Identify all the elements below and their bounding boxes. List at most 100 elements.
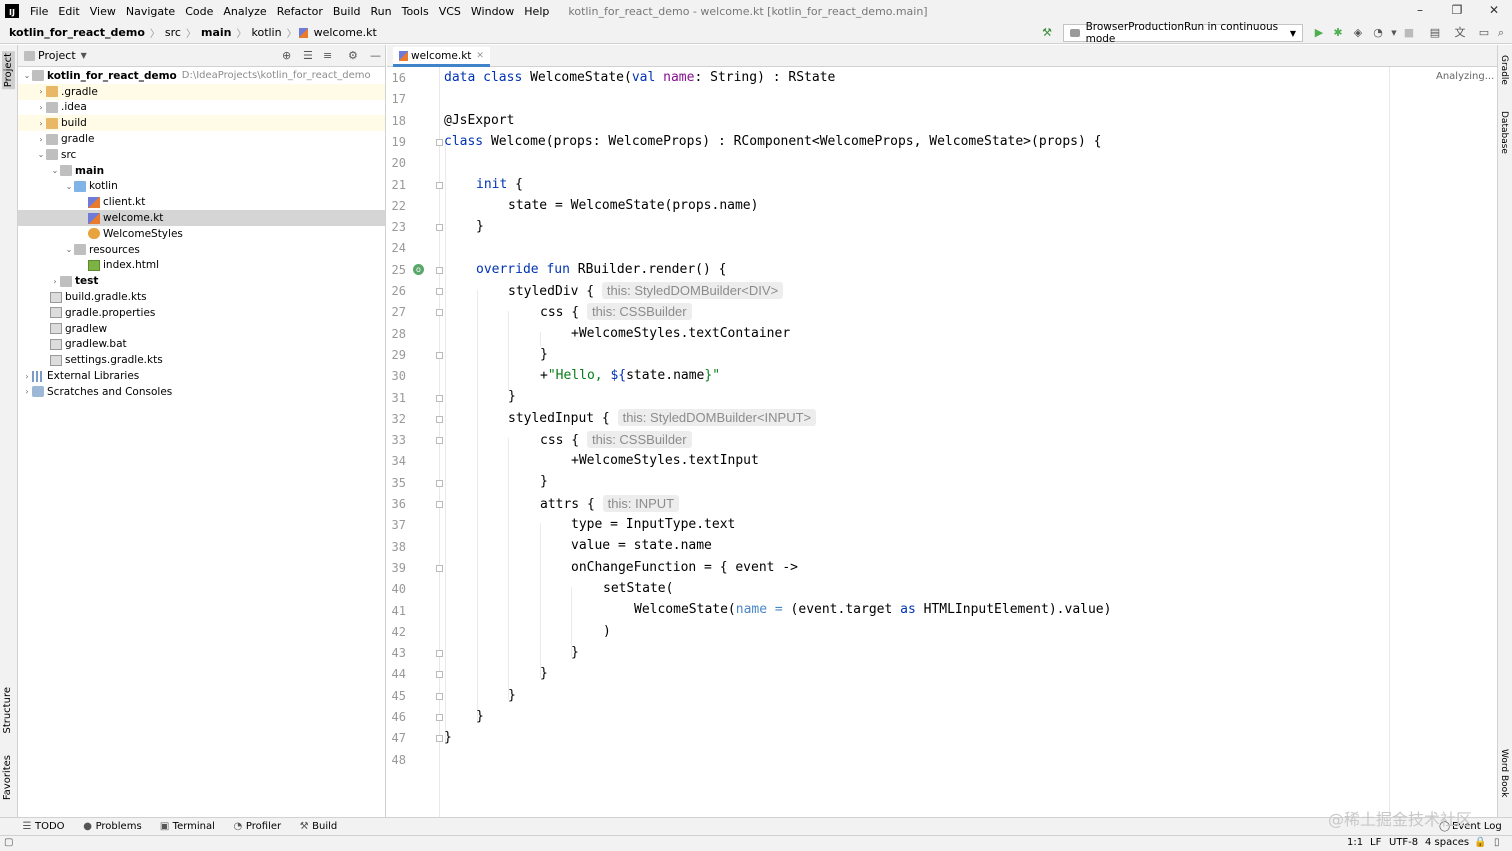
tool-tab-word-book[interactable]: Word Book bbox=[1499, 749, 1509, 797]
run-icon[interactable]: ▶ bbox=[1312, 26, 1326, 40]
project-view-select[interactable]: Project bbox=[38, 49, 76, 62]
debug-icon[interactable]: ✱ bbox=[1331, 26, 1345, 40]
memory-icon[interactable]: ▯ bbox=[1494, 837, 1500, 848]
fold-marker-icon[interactable] bbox=[436, 692, 443, 700]
fold-marker-icon[interactable] bbox=[436, 309, 443, 317]
menu-navigate[interactable]: Navigate bbox=[121, 5, 180, 18]
fold-marker-icon[interactable] bbox=[436, 501, 443, 508]
tool-tab-problems[interactable]: ● Problems bbox=[74, 821, 151, 832]
tree-item-index-html[interactable]: index.html bbox=[18, 258, 385, 274]
chevron-right-icon[interactable]: › bbox=[36, 119, 46, 128]
editor-gutter[interactable]: 16 17 18 19 20 21 22 23 24 25 o 26 27 28 29 30 31 32 33 34 3… bbox=[387, 67, 443, 817]
fold-marker-icon[interactable] bbox=[436, 394, 443, 402]
tree-item-gradlew[interactable]: gradlew bbox=[18, 321, 385, 337]
chevron-down-icon[interactable]: ⌄ bbox=[22, 71, 32, 80]
tool-tab-project[interactable]: Project bbox=[2, 51, 15, 90]
translate-icon[interactable]: 文 bbox=[1453, 26, 1467, 40]
tree-item-resources[interactable]: ⌄ resources bbox=[18, 242, 385, 258]
fold-marker-icon[interactable] bbox=[436, 564, 443, 572]
tool-tab-structure[interactable]: Structure bbox=[2, 687, 13, 734]
tree-item-gradle[interactable]: › gradle bbox=[18, 131, 385, 147]
chevron-down-icon[interactable]: ⌄ bbox=[36, 150, 46, 159]
indent-setting[interactable]: 4 spaces bbox=[1425, 837, 1469, 848]
close-icon[interactable]: ✕ bbox=[1486, 3, 1502, 19]
tool-tab-terminal[interactable]: ▣ Terminal bbox=[151, 821, 224, 832]
menu-window[interactable]: Window bbox=[466, 5, 519, 18]
tree-item-build-gradle-kts[interactable]: build.gradle.kts bbox=[18, 289, 385, 305]
file-encoding[interactable]: UTF-8 bbox=[1389, 837, 1418, 848]
layout-icon[interactable]: ▭ bbox=[1477, 26, 1491, 40]
tree-item-client-kt[interactable]: client.kt bbox=[18, 194, 385, 210]
menu-code[interactable]: Code bbox=[180, 5, 218, 18]
tree-item-main[interactable]: ⌄ main bbox=[18, 163, 385, 179]
chevron-down-icon[interactable]: ▼ bbox=[81, 51, 87, 60]
tree-item-kotlin[interactable]: ⌄ kotlin bbox=[18, 179, 385, 195]
menu-view[interactable]: View bbox=[85, 5, 121, 18]
override-marker-icon[interactable]: o bbox=[413, 263, 424, 275]
fold-marker-icon[interactable] bbox=[436, 138, 443, 146]
restore-icon[interactable]: ❐ bbox=[1449, 3, 1465, 19]
tree-item-settings-gradle-kts[interactable]: settings.gradle.kts bbox=[18, 352, 385, 368]
toggle-tool-windows-icon[interactable]: ▢ bbox=[4, 837, 13, 848]
fold-marker-icon[interactable] bbox=[436, 671, 443, 679]
tool-tab-profiler[interactable]: ◔ Profiler bbox=[224, 821, 290, 832]
run-config-select[interactable]: BrowserProductionRun in continuous mode … bbox=[1063, 21, 1303, 45]
tree-item-external-libraries[interactable]: › External Libraries bbox=[18, 368, 385, 384]
fold-marker-icon[interactable] bbox=[436, 181, 443, 189]
fold-marker-icon[interactable] bbox=[436, 714, 443, 721]
breadcrumb-src[interactable]: src bbox=[162, 26, 184, 39]
gear-icon[interactable]: ⚙ bbox=[348, 49, 358, 62]
chevron-right-icon[interactable]: › bbox=[36, 135, 46, 144]
chevron-right-icon[interactable]: › bbox=[50, 277, 60, 286]
line-separator[interactable]: LF bbox=[1370, 837, 1381, 848]
minimize-icon[interactable]: – bbox=[1412, 3, 1428, 19]
tree-item-scratches[interactable]: › Scratches and Consoles bbox=[18, 384, 385, 400]
code-editor[interactable]: data class WelcomeState(val name: String… bbox=[444, 67, 1388, 817]
fold-marker-icon[interactable] bbox=[436, 479, 443, 487]
tree-item-test[interactable]: › test bbox=[18, 273, 385, 289]
fold-marker-icon[interactable] bbox=[436, 224, 443, 232]
fold-marker-icon[interactable] bbox=[436, 415, 443, 423]
collapse-all-icon[interactable]: ≡ bbox=[323, 49, 332, 62]
project-structure-icon[interactable]: ▤ bbox=[1428, 26, 1442, 40]
fold-marker-icon[interactable] bbox=[436, 437, 443, 445]
fold-marker-icon[interactable] bbox=[436, 351, 443, 359]
menu-tools[interactable]: Tools bbox=[397, 5, 434, 18]
breadcrumb-main[interactable]: main bbox=[198, 26, 235, 39]
lock-icon[interactable]: 🔒 bbox=[1474, 837, 1486, 848]
fold-marker-icon[interactable] bbox=[436, 650, 443, 658]
menu-edit[interactable]: Edit bbox=[53, 5, 84, 18]
tool-tab-favorites[interactable]: Favorites bbox=[2, 755, 13, 800]
coverage-icon[interactable]: ◈ bbox=[1351, 26, 1365, 40]
expand-all-icon[interactable]: ☰ bbox=[303, 49, 313, 62]
menu-file[interactable]: File bbox=[25, 5, 53, 18]
chevron-down-icon[interactable]: ⌄ bbox=[64, 245, 74, 254]
caret-position[interactable]: 1:1 bbox=[1347, 837, 1363, 848]
menu-refactor[interactable]: Refactor bbox=[272, 5, 328, 18]
tree-item-project-root[interactable]: ⌄ kotlin_for_react_demo D:\IdeaProjects\… bbox=[18, 68, 385, 84]
tree-item-gradle-dir[interactable]: › .gradle bbox=[18, 83, 385, 100]
chevron-right-icon[interactable]: › bbox=[22, 372, 32, 381]
locate-icon[interactable]: ⊕ bbox=[282, 49, 291, 62]
tree-item-welcome-kt[interactable]: welcome.kt bbox=[18, 210, 385, 226]
tool-tab-gradle[interactable]: Gradle bbox=[1499, 55, 1509, 85]
tree-item-idea[interactable]: › .idea bbox=[18, 100, 385, 116]
menu-help[interactable]: Help bbox=[519, 5, 554, 18]
chevron-down-icon[interactable]: ▼ bbox=[1387, 26, 1401, 40]
fold-marker-icon[interactable] bbox=[436, 288, 443, 295]
hammer-icon[interactable]: ⚒ bbox=[1040, 26, 1054, 40]
menu-analyze[interactable]: Analyze bbox=[218, 5, 271, 18]
tab-welcome-kt[interactable]: welcome.kt ✕ bbox=[393, 47, 490, 67]
breadcrumb-file[interactable]: welcome.kt bbox=[311, 26, 380, 39]
tree-item-src[interactable]: ⌄ src bbox=[18, 147, 385, 163]
tool-tab-build[interactable]: ⚒ Build bbox=[290, 821, 346, 832]
chevron-right-icon[interactable]: › bbox=[36, 87, 46, 96]
fold-marker-icon[interactable] bbox=[436, 266, 443, 274]
profile-icon[interactable]: ◔ bbox=[1371, 26, 1385, 40]
chevron-down-icon[interactable]: ⌄ bbox=[50, 166, 60, 175]
search-icon[interactable]: ⌕ bbox=[1494, 26, 1508, 40]
menu-build[interactable]: Build bbox=[328, 5, 366, 18]
tool-tab-todo[interactable]: ☰ TODO bbox=[0, 821, 74, 832]
tree-item-gradlew-bat[interactable]: gradlew.bat bbox=[18, 337, 385, 353]
chevron-right-icon[interactable]: › bbox=[36, 103, 46, 112]
